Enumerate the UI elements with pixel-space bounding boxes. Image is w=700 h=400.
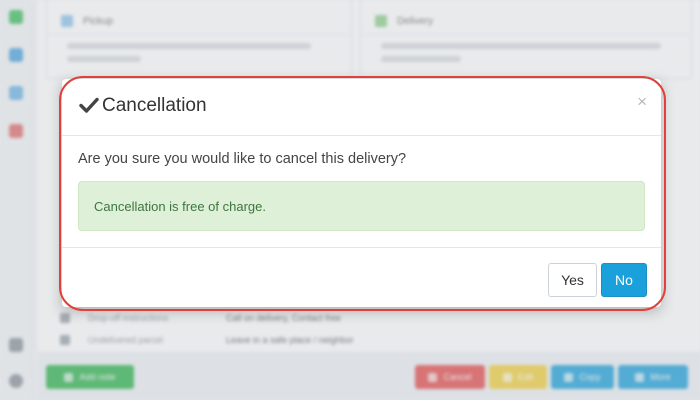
no-button[interactable]: No [601,263,647,297]
success-alert: Cancellation is free of charge. [78,181,645,231]
alert-text: Cancellation is free of charge. [94,198,266,214]
modal-header: Cancellation × [62,79,661,136]
yes-button[interactable]: Yes [548,263,597,297]
confirmation-message: Are you sure you would like to cancel th… [78,151,407,167]
close-icon[interactable]: × [637,92,647,112]
checkmark-icon [79,97,99,113]
cancellation-modal: Cancellation × Are you sure you would li… [62,79,661,307]
modal-title: Cancellation [102,95,207,116]
footer-divider [62,247,661,248]
